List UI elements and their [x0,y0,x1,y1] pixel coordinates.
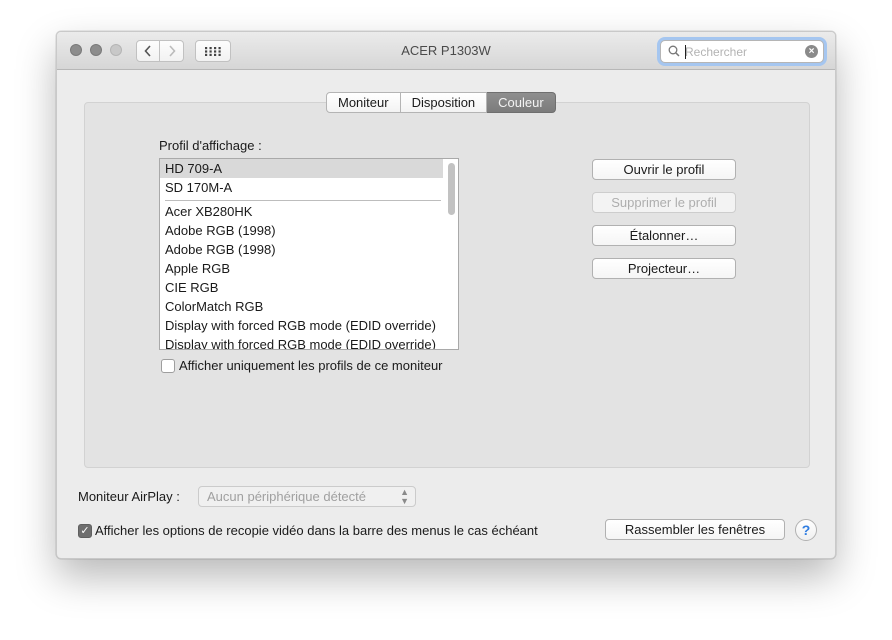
tab-bar: Moniteur Disposition Couleur [326,92,556,113]
scrollbar[interactable] [448,163,455,215]
search-icon [668,45,680,57]
help-button[interactable]: ? [795,519,817,541]
tab-moniteur[interactable]: Moniteur [326,92,401,113]
list-item[interactable]: Adobe RGB (1998) [165,221,276,240]
list-item[interactable]: Acer XB280HK [165,202,252,221]
list-item[interactable]: CIE RGB [165,278,218,297]
list-item[interactable]: Display with forced RGB mode (EDID overr… [165,316,436,335]
calibrate-button[interactable]: Étalonner… [592,225,736,246]
text-caret [685,45,686,59]
open-profile-button[interactable]: Ouvrir le profil [592,159,736,180]
gather-windows-button[interactable]: Rassembler les fenêtres [605,519,785,540]
list-separator [165,200,441,201]
search-placeholder: Rechercher [685,45,748,59]
list-item[interactable]: Apple RGB [165,259,230,278]
mirroring-options-label[interactable]: Afficher les options de recopie vidéo da… [95,523,538,538]
profile-list[interactable]: HD 709-A SD 170M-A Acer XB280HK Adobe RG… [159,158,459,350]
list-item[interactable]: SD 170M-A [165,178,232,197]
title-bar: ACER P1303W Rechercher × [57,32,835,70]
airplay-value: Aucun périphérique détecté [207,489,367,504]
clear-search-icon[interactable]: × [805,45,818,58]
airplay-label: Moniteur AirPlay : [78,489,180,504]
airplay-popup[interactable]: Aucun périphérique détecté ▲ ▼ [198,486,416,507]
up-down-arrows-icon: ▲ ▼ [400,487,409,506]
projector-button[interactable]: Projecteur… [592,258,736,279]
display-preferences-window: ACER P1303W Rechercher × Moniteur Dispos… [56,31,836,559]
search-field[interactable]: Rechercher × [660,40,824,63]
tab-disposition[interactable]: Disposition [400,92,488,113]
list-item[interactable]: HD 709-A [165,159,222,178]
list-item[interactable]: ColorMatch RGB [165,297,263,316]
mirroring-options-checkbox[interactable]: ✓ [78,524,92,538]
delete-profile-button[interactable]: Supprimer le profil [592,192,736,213]
tab-couleur[interactable]: Couleur [487,92,556,113]
list-item[interactable]: Adobe RGB (1998) [165,240,276,259]
profile-label: Profil d'affichage : [159,138,262,153]
only-this-monitor-checkbox[interactable] [161,359,175,373]
list-item[interactable]: Display with forced RGB mode (EDID overr… [165,335,436,349]
only-this-monitor-label[interactable]: Afficher uniquement les profils de ce mo… [179,358,443,373]
